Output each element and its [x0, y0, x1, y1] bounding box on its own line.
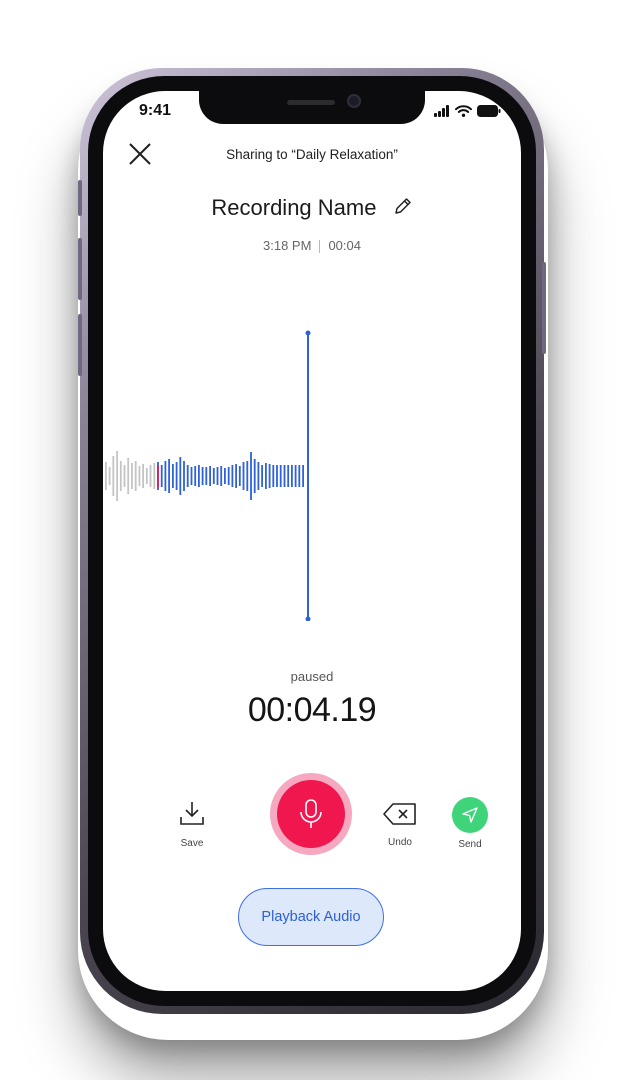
waveform-bar — [227, 467, 230, 485]
waveform-bar — [283, 465, 286, 487]
status-icons — [434, 105, 501, 117]
meta-divider — [319, 240, 321, 254]
waveform-bar — [198, 465, 200, 487]
power-button — [542, 262, 546, 354]
waveform-bar — [246, 461, 249, 491]
waveform-bar — [257, 462, 260, 490]
recording-created-time: 3:18 PM — [263, 238, 312, 253]
send-button[interactable]: Send — [449, 797, 491, 850]
waveform-bar — [231, 465, 234, 487]
cellular-signal-icon — [434, 105, 450, 117]
waveform-bar — [112, 456, 115, 496]
waveform-bar — [194, 466, 197, 486]
waveform-bar — [294, 465, 297, 487]
waveform-bar — [116, 451, 118, 501]
waveform-bar — [268, 464, 271, 488]
recording-name-row: Recording Name — [103, 195, 521, 222]
notch — [199, 91, 425, 124]
waveform-bar — [164, 461, 167, 491]
waveform-bar — [209, 466, 211, 486]
backspace-icon — [383, 803, 416, 825]
waveform-bar — [168, 459, 170, 493]
waveform — [105, 330, 311, 622]
undo-label: Undo — [388, 837, 412, 848]
waveform-bar — [172, 464, 174, 488]
waveform-bar — [287, 465, 290, 487]
status-time: 9:41 — [139, 102, 172, 119]
waveform-bar — [220, 466, 223, 486]
waveform-bar — [145, 468, 148, 484]
send-label: Send — [458, 839, 482, 850]
mute-switch — [78, 180, 82, 216]
waveform-bar — [261, 465, 263, 487]
record-button-core — [277, 780, 345, 848]
waveform-bar — [190, 467, 193, 485]
send-icon — [462, 807, 478, 823]
waveform-bar — [238, 466, 241, 486]
battery-icon — [477, 105, 501, 117]
waveform-bar — [119, 461, 122, 491]
save-label: Save — [180, 838, 204, 849]
record-button[interactable] — [270, 773, 352, 855]
waveform-bar — [302, 465, 304, 487]
waveform-bar — [224, 468, 226, 484]
undo-button[interactable]: Undo — [377, 802, 423, 848]
app-screen: 9:41 Sharing to “Daily Relaxation” Recor… — [103, 91, 521, 991]
volume-down-button — [78, 314, 82, 376]
playhead-top-handle[interactable] — [305, 330, 311, 336]
playhead-bottom-handle[interactable] — [305, 616, 311, 622]
waveform-bar — [149, 465, 152, 487]
wifi-icon — [455, 105, 472, 117]
waveform-bar — [183, 461, 185, 491]
waveform-bar — [253, 459, 256, 493]
waveform-bar — [272, 465, 275, 487]
waveform-bar — [250, 452, 252, 500]
pencil-icon — [394, 198, 411, 214]
recording-name: Recording Name — [211, 195, 377, 220]
waveform-bar — [108, 467, 111, 485]
recording-meta: 3:18 PM 00:04 — [103, 238, 521, 254]
waveform-bar — [212, 468, 215, 484]
waveform-bar — [216, 467, 219, 485]
waveform-bar — [279, 465, 282, 487]
waveform-bar — [235, 464, 237, 488]
waveform-bar — [131, 463, 133, 489]
waveform-bar — [127, 458, 130, 494]
recorder-state: paused — [290, 669, 334, 684]
waveform-bar — [134, 461, 137, 491]
send-circle — [452, 797, 488, 833]
waveform-bar — [142, 464, 144, 488]
waveform-marker — [157, 465, 159, 487]
waveform-bar — [153, 463, 156, 489]
waveform-bar — [138, 466, 141, 486]
earpiece-speaker — [287, 100, 335, 105]
playback-audio-button[interactable]: Playback Audio — [238, 888, 384, 946]
waveform-bars — [105, 451, 304, 501]
waveform-bar — [276, 465, 278, 487]
waveform-bar — [175, 462, 178, 490]
waveform-bar — [123, 465, 126, 487]
recording-timer: 00:04.19 — [247, 691, 377, 729]
waveform-bar — [179, 457, 182, 495]
waveform-bar — [242, 462, 245, 490]
microphone-icon — [300, 799, 322, 828]
waveform-bar — [291, 465, 293, 487]
share-destination-title: Sharing to “Daily Relaxation” — [226, 147, 398, 162]
waveform-bar — [160, 465, 163, 487]
front-camera — [347, 94, 361, 108]
waveform-bar — [298, 465, 301, 487]
waveform-bar — [265, 463, 267, 489]
waveform-bar — [105, 462, 107, 490]
recording-duration: 00:04 — [328, 238, 361, 253]
volume-up-button — [78, 238, 82, 300]
waveform-bar — [186, 465, 189, 487]
edit-name-button[interactable] — [393, 196, 413, 222]
waveform-bar — [201, 467, 204, 485]
download-icon — [180, 802, 204, 825]
waveform-bar — [205, 467, 208, 485]
save-button[interactable]: Save — [171, 799, 213, 849]
